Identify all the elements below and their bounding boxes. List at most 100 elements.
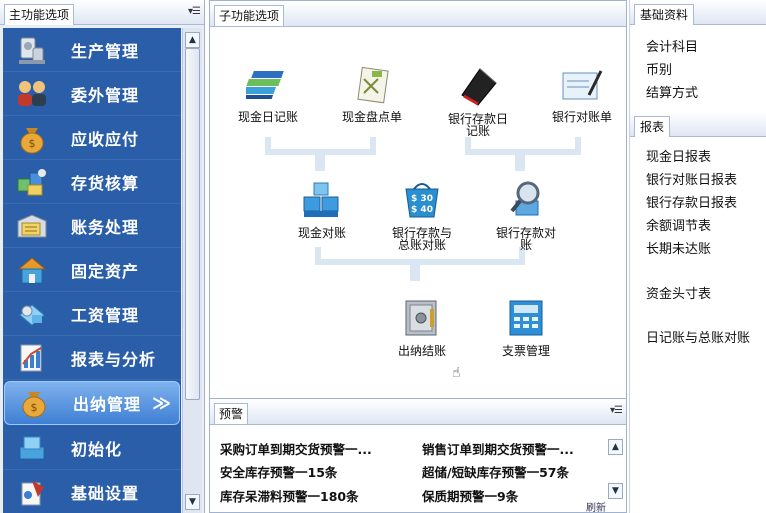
link-bank-deposit-daily[interactable]: 银行存款日报表	[646, 192, 737, 211]
link-long-outstanding[interactable]: 长期未达账	[646, 238, 711, 257]
nav-label: 初始化	[71, 439, 123, 459]
main-function-header: 主功能选项 ▾☰	[0, 0, 204, 25]
outsourcing-icon	[13, 77, 51, 111]
scroll-up-icon[interactable]: ▲	[608, 439, 623, 455]
nav-item-outsourcing[interactable]: 委外管理	[3, 72, 181, 116]
func-bank-reconcile[interactable]: 银行存款对账	[486, 179, 566, 251]
pane-menu-icon[interactable]: ▾☰	[610, 405, 623, 416]
nav-item-reports[interactable]: 报表与分析	[3, 336, 181, 380]
func-label: 银行存款与总账对账	[391, 226, 452, 252]
production-icon	[13, 33, 51, 67]
accounting-icon	[13, 209, 51, 243]
cashier-icon: $	[15, 386, 53, 420]
nav-label: 出纳管理	[73, 395, 142, 414]
nav-item-receivable[interactable]: $ 应收应付	[3, 116, 181, 160]
nav-label: 生产管理	[71, 41, 140, 61]
calculator-icon	[509, 300, 543, 336]
func-bank-gl-reconcile[interactable]: $ 30 $ 40 银行存款与总账对账	[382, 179, 462, 251]
link-settlement[interactable]: 结算方式	[646, 82, 698, 101]
nav-label: 基础设置	[71, 483, 140, 503]
nav-label: 固定资产	[71, 261, 140, 281]
nav-label: 应收应付	[71, 129, 140, 149]
scroll-up-icon[interactable]: ▲	[185, 32, 200, 48]
flow-line	[370, 137, 376, 155]
basic-data-title: 基础资料	[634, 4, 695, 25]
link-account-subject[interactable]: 会计科目	[646, 36, 698, 55]
func-label: 出纳结账	[397, 344, 446, 358]
link-balance-adjust[interactable]: 余额调节表	[646, 215, 711, 234]
flow-line	[410, 259, 420, 281]
warning-item[interactable]: 超储/短缺库存预警一57条	[422, 462, 569, 481]
money-bag-icon: $	[13, 121, 51, 155]
pane-menu-icon[interactable]: ▾☰	[188, 6, 201, 17]
nav-item-cashier[interactable]: $ 出纳管理 ≫	[4, 381, 180, 425]
link-fund-position[interactable]: 资金头寸表	[646, 283, 711, 302]
nav-item-production[interactable]: 生产管理	[3, 28, 181, 72]
link-cash-daily[interactable]: 现金日报表	[646, 146, 711, 165]
black-book-icon	[461, 68, 497, 106]
flow-line	[515, 149, 525, 171]
report-chart-icon	[13, 341, 51, 375]
link-currency[interactable]: 币别	[646, 59, 672, 78]
warning-panel: 预警 ▾☰ 采购订单到期交货预警一... 销售订单到期交货预警一... 安全库存…	[210, 398, 626, 513]
func-cash-reconcile[interactable]: 现金对账	[282, 179, 362, 239]
warning-item[interactable]: 保质期预警一9条	[422, 486, 518, 505]
func-label: 支票管理	[501, 344, 550, 358]
report-header: 报表	[630, 112, 766, 137]
hand-cursor-icon: ☝	[452, 365, 461, 381]
initialize-icon	[13, 431, 51, 465]
books-icon	[246, 71, 284, 99]
flow-line	[265, 137, 271, 155]
func-bank-statement[interactable]: 银行对账单	[540, 65, 624, 123]
func-close-account[interactable]: 出纳结账	[382, 297, 462, 357]
nav-item-initialize[interactable]: 初始化	[3, 426, 181, 470]
func-cash-count[interactable]: 现金盘点单	[332, 65, 412, 123]
nav-item-salary[interactable]: 工资管理	[3, 292, 181, 336]
nav-label: 账务处理	[71, 217, 140, 237]
scroll-down-icon[interactable]: ▼	[185, 494, 200, 510]
warning-item[interactable]: 安全库存预警一15条	[220, 462, 337, 481]
nav-label: 工资管理	[71, 305, 140, 325]
warning-item[interactable]: 销售订单到期交货预警一...	[422, 439, 574, 458]
func-label: 现金盘点单	[341, 110, 402, 124]
nav-label: 报表与分析	[71, 349, 157, 369]
scroll-thumb[interactable]	[185, 48, 200, 400]
main-function-title: 主功能选项	[4, 4, 75, 25]
sub-function-title: 子功能选项	[214, 5, 285, 26]
double-chevron-right-icon: ≫	[152, 393, 171, 414]
salary-icon	[13, 297, 51, 331]
main-nav-list: 生产管理 委外管理 $ 应收应付 存货核算 账务处理 固定资产 工资管理 报表与…	[3, 28, 181, 513]
warning-item[interactable]: 采购订单到期交货预警一...	[220, 439, 372, 458]
warning-item[interactable]: 库存呆滞料预警一180条	[220, 486, 359, 505]
func-check-manage[interactable]: 支票管理	[486, 297, 566, 357]
inventory-icon	[13, 165, 51, 199]
link-journal-gl-recon[interactable]: 日记账与总账对账	[646, 327, 750, 346]
nav-item-accounting[interactable]: 账务处理	[3, 204, 181, 248]
house-icon	[13, 253, 51, 287]
func-cash-journal[interactable]: 现金日记账	[228, 65, 308, 123]
sub-function-header: 子功能选项	[210, 1, 626, 27]
warning-scrollbar[interactable]: ▲ ▼	[608, 437, 624, 499]
flow-line	[575, 137, 581, 155]
scroll-down-icon[interactable]: ▼	[608, 483, 623, 499]
func-label: 银行存款日记账	[447, 112, 508, 138]
func-label: 银行对账单	[551, 110, 612, 124]
link-bank-recon-daily[interactable]: 银行对账日报表	[646, 169, 737, 188]
nav-item-inventory[interactable]: 存货核算	[3, 160, 181, 204]
basic-data-header: 基础资料	[630, 0, 766, 25]
nav-scrollbar[interactable]: ▲ ▼	[182, 28, 202, 513]
main-function-pane: 主功能选项 ▾☰ 生产管理 委外管理 $ 应收应付 存货核算 账务处理 固定资产…	[0, 0, 205, 513]
dollar-basket-icon: $ 30$ 40	[405, 183, 439, 218]
settings-icon	[13, 475, 51, 509]
flow-line	[315, 247, 321, 265]
func-bank-journal[interactable]: 银行存款日记账	[438, 65, 518, 137]
bank-statement-icon	[562, 70, 603, 100]
nav-item-basic-settings[interactable]: 基础设置	[3, 470, 181, 513]
svg-text:$: $	[31, 401, 38, 414]
refresh-link[interactable]: 刷新	[586, 499, 606, 513]
cubes-icon	[303, 182, 339, 217]
nav-label: 存货核算	[71, 173, 140, 193]
flow-line	[315, 149, 325, 171]
nav-label: 委外管理	[71, 85, 140, 105]
nav-item-fixed-assets[interactable]: 固定资产	[3, 248, 181, 292]
